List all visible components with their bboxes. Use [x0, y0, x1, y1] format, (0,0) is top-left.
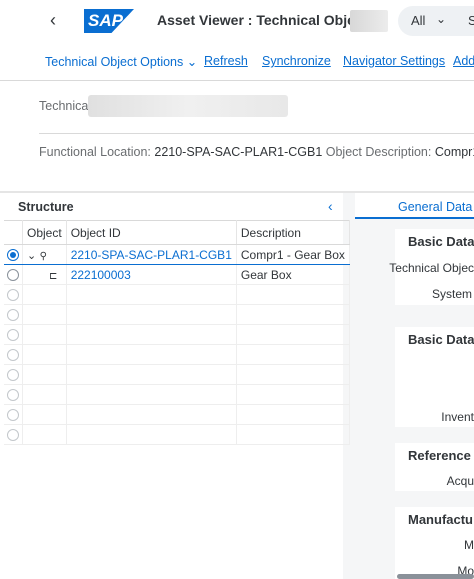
refresh-button[interactable]: Refresh	[204, 54, 248, 68]
row-select-radio	[7, 409, 19, 422]
shell-bar: ‹ SAP Asset Viewer : Technical Object Al…	[0, 0, 474, 40]
field-label: Technical Objec	[389, 261, 474, 275]
redacted-title-part	[350, 10, 388, 32]
basic-data-section: Basic Data Technical Objec System	[389, 229, 474, 305]
empty-row	[4, 304, 350, 325]
technical-object-label: Technical	[39, 99, 92, 113]
object-header: Technical Functional Location: 2210-SPA-…	[0, 81, 474, 191]
collapse-icon[interactable]: ‹	[328, 198, 333, 214]
logo-text: SAP	[88, 11, 123, 30]
add-button[interactable]: Add	[453, 54, 474, 68]
chevron-down-icon: ⌄	[186, 55, 198, 69]
chevron-down-icon: ⌄	[436, 12, 447, 26]
description-cell: Gear Box	[240, 267, 292, 282]
row-select-radio[interactable]	[7, 269, 19, 282]
field-label: System	[431, 287, 472, 301]
functional-location-label: Functional Location:	[39, 145, 151, 159]
field-label: M	[464, 538, 474, 552]
reference-section: Reference Acqu	[395, 443, 474, 491]
technical-object-options-label: Technical Object Options	[45, 55, 184, 69]
divider	[39, 133, 474, 134]
header-attributes: Functional Location: 2210-SPA-SAC-PLAR1-…	[39, 145, 474, 159]
row-select-radio	[7, 389, 19, 402]
search-input[interactable]: S	[468, 13, 474, 28]
object-description-value: Compr1 - Gear	[434, 145, 474, 159]
location-pin-icon: ⚲	[39, 250, 47, 262]
empty-row	[4, 284, 350, 305]
empty-row	[4, 404, 350, 425]
details-panel: General Data Basic Data Technical Objec …	[355, 193, 474, 579]
row-select-radio	[7, 289, 19, 302]
object-description-label: Object Description:	[325, 145, 432, 159]
column-header-object: Object	[22, 220, 67, 245]
expand-chevron-icon[interactable]: ⌄	[27, 250, 36, 262]
table-row[interactable]: ⌄ ⚲ 2210-SPA-SAC-PLAR1-CGB1 Compr1 - Gea…	[4, 244, 350, 265]
section-title: Reference	[408, 448, 471, 463]
empty-row	[4, 324, 350, 345]
row-select-radio[interactable]	[7, 249, 19, 262]
structure-table: Object Object ID Description ⌄ ⚲ 2210-SP…	[4, 220, 350, 445]
empty-row	[4, 384, 350, 405]
row-select-radio	[7, 369, 19, 382]
tab-indicator	[355, 217, 474, 219]
search-scope[interactable]: All ⌄ S	[398, 6, 474, 36]
back-arrow-icon[interactable]: ‹	[50, 10, 56, 31]
equipment-icon: ⊏	[49, 270, 58, 282]
tab-bar: General Data	[355, 193, 474, 219]
row-select-radio	[7, 349, 19, 362]
navigator-settings-button[interactable]: Navigator Settings	[343, 54, 445, 68]
select-column-header	[4, 220, 23, 245]
row-select-radio	[7, 329, 19, 342]
structure-title: Structure	[18, 200, 74, 214]
description-cell: Compr1 - Gear Box	[240, 247, 345, 262]
row-select-radio	[7, 429, 19, 442]
horizontal-scrollbar[interactable]	[397, 574, 474, 579]
section-title: Basic Data	[408, 234, 474, 249]
empty-row	[4, 364, 350, 385]
field-label: Acqu	[446, 474, 474, 488]
object-id-link[interactable]: 2210-SPA-SAC-PLAR1-CGB1	[71, 248, 232, 262]
table-row[interactable]: ⊏ 222100003 Gear Box	[4, 264, 350, 285]
toolbar: Technical Object Options ⌄ Refresh Synch…	[0, 40, 474, 81]
app-title: Asset Viewer : Technical Object	[157, 12, 368, 28]
structure-panel: Structure ‹ Object Object ID Description…	[0, 193, 350, 579]
tab-general-data[interactable]: General Data	[398, 200, 472, 214]
empty-row	[4, 344, 350, 365]
search-scope-label: All	[411, 13, 426, 28]
column-header-object-id: Object ID	[66, 220, 237, 245]
manufacturer-section: Manufactu M Mo	[395, 507, 474, 579]
section-title: Basic Data	[408, 332, 474, 347]
redacted-object-name	[88, 95, 288, 117]
object-id-link[interactable]: 222100003	[71, 268, 131, 282]
row-select-radio	[7, 309, 19, 322]
field-label: Invent	[441, 410, 474, 424]
empty-row	[4, 424, 350, 445]
technical-object-options-menu[interactable]: Technical Object Options ⌄	[45, 54, 197, 69]
sap-logo[interactable]: SAP	[84, 9, 134, 33]
synchronize-button[interactable]: Synchronize	[262, 54, 331, 68]
functional-location-value: 2210-SPA-SAC-PLAR1-CGB1	[154, 145, 323, 159]
section-title: Manufactu	[408, 512, 473, 527]
column-header-description: Description	[236, 220, 350, 245]
basic-data-section: Basic Data Invent	[395, 327, 474, 427]
